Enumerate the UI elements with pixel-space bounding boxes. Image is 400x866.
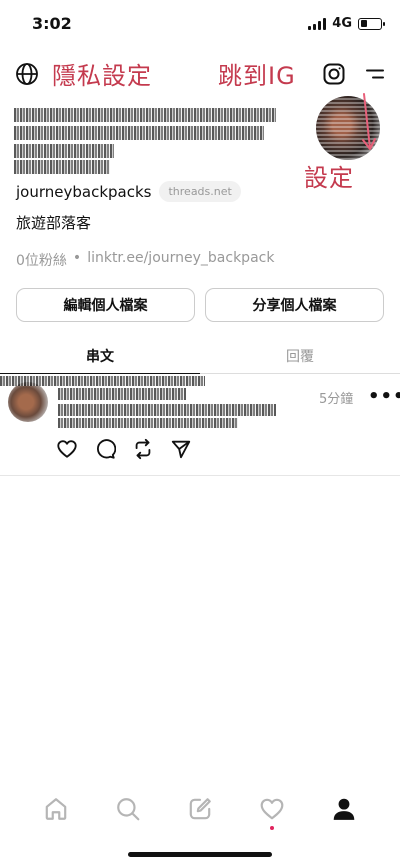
followers-count[interactable]: 0位粉絲 [16,250,67,270]
post-text-redacted [58,404,276,416]
share-profile-button[interactable]: 分享個人檔案 [205,288,384,322]
home-icon[interactable] [41,794,71,824]
profile-link[interactable]: linktr.ee/journey_backpack [87,250,274,270]
edit-profile-button[interactable]: 編輯個人檔案 [16,288,195,322]
repost-icon[interactable] [132,438,154,460]
tab-threads[interactable]: 串文 [0,338,200,374]
post-avatar[interactable] [8,382,48,422]
annotation-settings: 設定 [304,164,354,192]
like-icon[interactable] [56,438,78,460]
annotation-jump-ig: 跳到IG [218,62,296,90]
username: journeybackpacks [16,182,152,201]
annotation-privacy: 隱私設定 [52,62,152,90]
display-name-redacted [14,104,284,178]
share-icon[interactable] [170,438,192,460]
profile-bio: 旅遊部落客 [16,214,92,232]
home-indicator[interactable] [128,852,272,857]
post-text-redacted [58,418,238,428]
profile-icon[interactable] [329,794,359,824]
comment-icon[interactable] [94,438,116,460]
post-author-redacted [0,376,205,386]
post-timestamp: 5分鐘 [319,392,354,407]
status-icons: 4G [308,16,385,31]
instagram-icon[interactable] [321,61,347,87]
menu-icon[interactable] [362,61,388,87]
profile-meta: 0位粉絲 • linktr.ee/journey_backpack [16,250,274,270]
bottom-navigation [0,786,400,832]
status-time: 3:02 [32,14,72,33]
meta-separator: • [72,250,82,266]
more-options-icon[interactable]: ••• [368,386,400,407]
network-label: 4G [332,16,352,31]
top-bar: 隱私設定 跳到IG [0,56,400,92]
battery-icon [358,17,385,30]
activity-heart-icon[interactable] [257,794,287,830]
search-icon[interactable] [113,794,143,824]
compose-icon[interactable] [185,794,215,824]
profile-tabs: 串文 回覆 [0,338,400,374]
post-text-redacted [58,388,186,400]
threads-domain-badge[interactable]: threads.net [159,181,241,202]
status-bar: 3:02 4G [0,0,400,46]
username-row: journeybackpacks threads.net [16,181,241,202]
notification-dot [270,826,274,830]
arrow-annotation [362,93,376,150]
post-actions [56,438,192,460]
profile-actions: 編輯個人檔案 分享個人檔案 [16,288,384,322]
signal-icon [308,17,327,30]
globe-icon[interactable] [14,61,40,87]
tab-replies[interactable]: 回覆 [200,338,400,374]
thread-post[interactable]: 5分鐘 ••• [0,374,400,476]
